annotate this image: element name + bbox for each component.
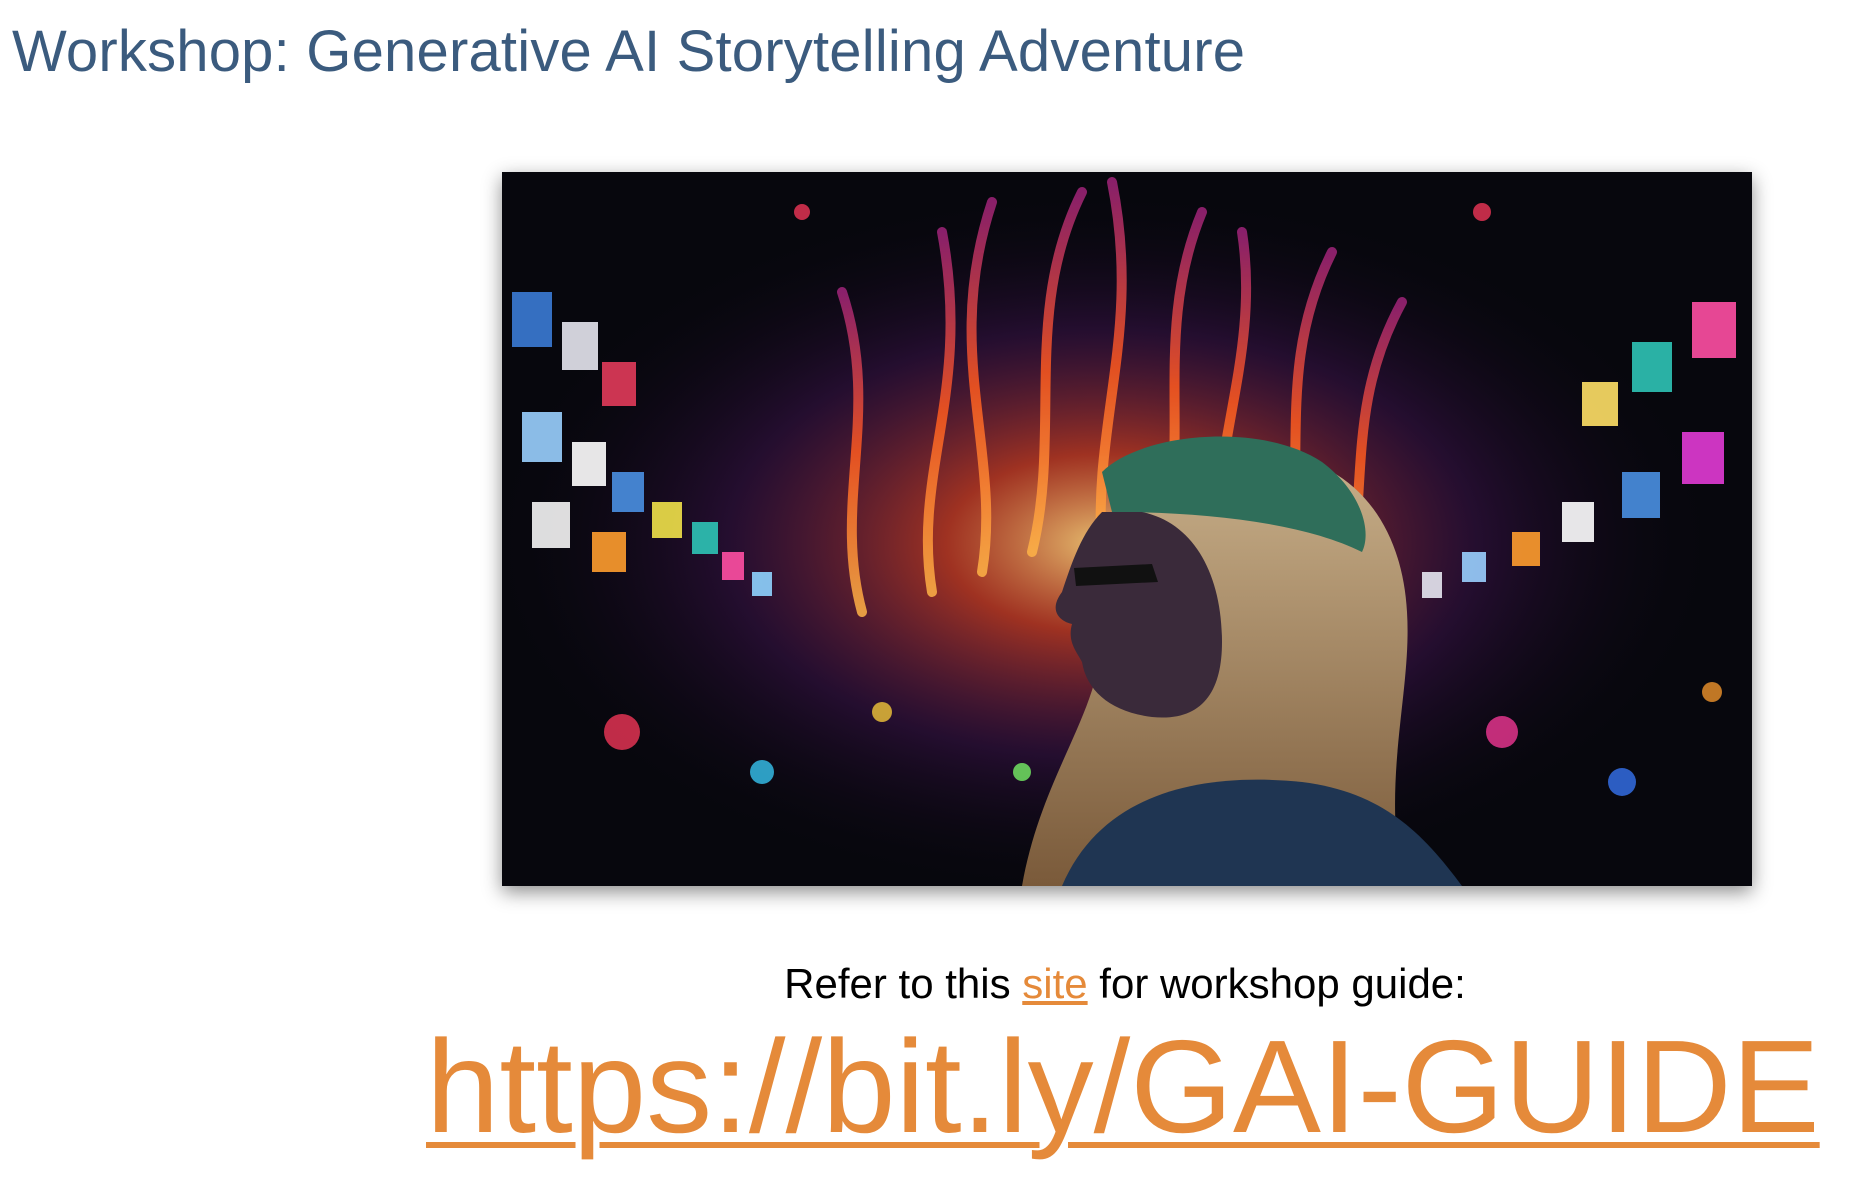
slide-title: Workshop: Generative AI Storytelling Adv… [12,19,1246,84]
workshop-guide-reference: Refer to this site for workshop guide: [500,960,1750,1008]
refer-prefix-text: Refer to this [784,960,1023,1007]
guide-url-link[interactable]: https://bit.ly/GAI-GUIDE [426,1017,1820,1157]
hero-artwork [502,172,1752,886]
site-link[interactable]: site [1022,960,1087,1007]
refer-suffix-text: for workshop guide: [1087,960,1466,1007]
hero-image [502,172,1752,886]
